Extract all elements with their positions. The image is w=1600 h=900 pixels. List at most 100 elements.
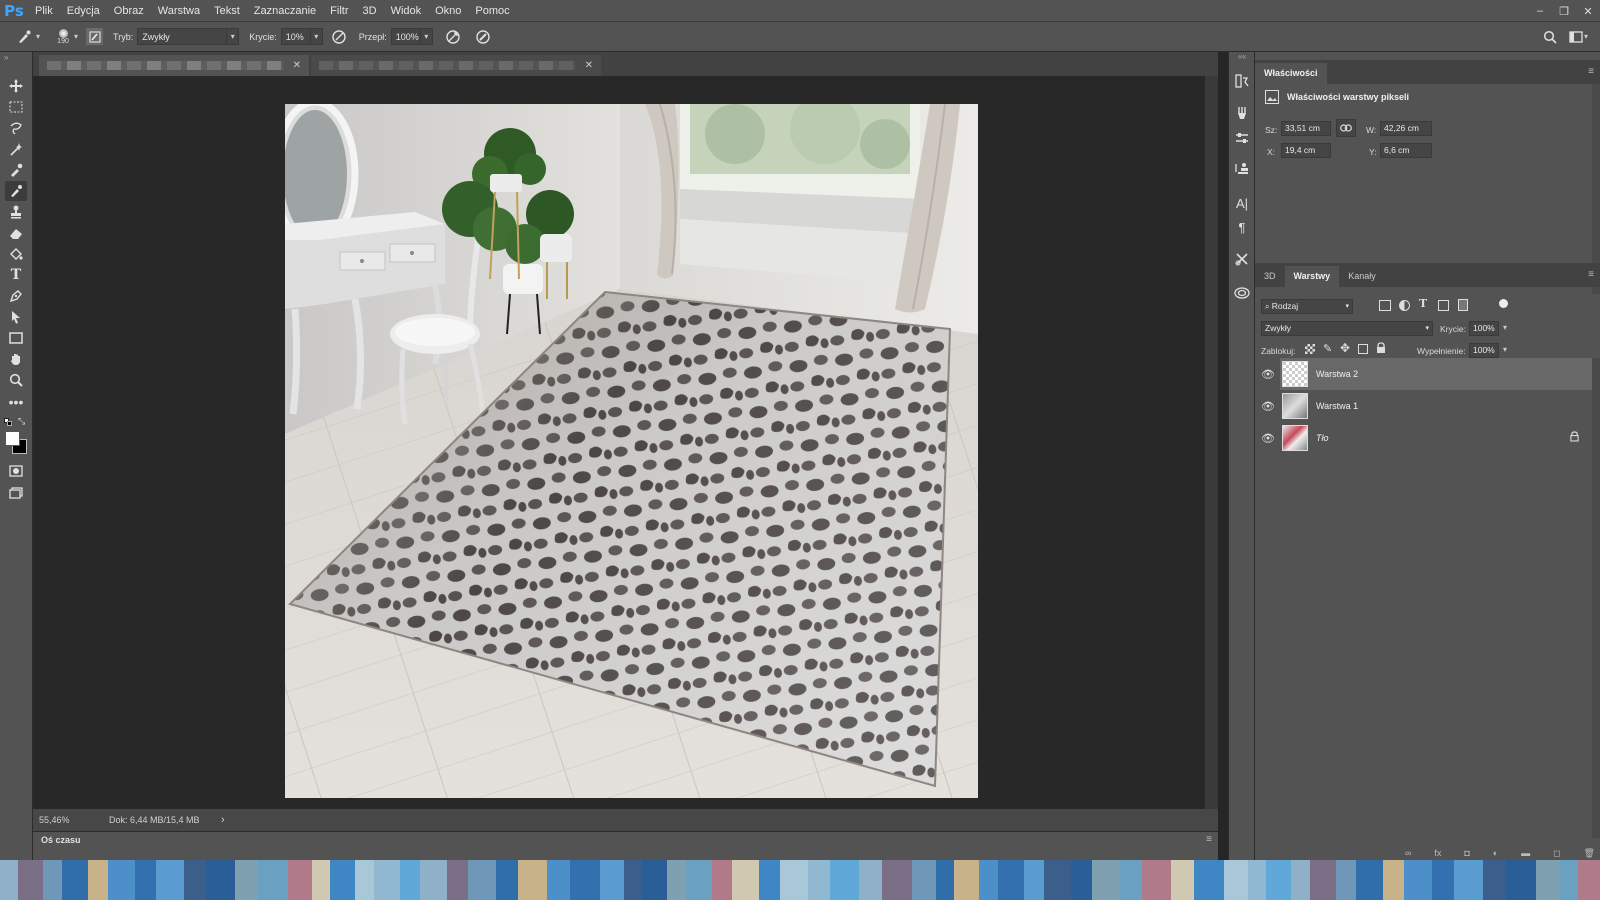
opacity-dropdown-icon[interactable]: ▾ <box>310 28 323 45</box>
x-input[interactable]: 19,4 cm <box>1281 143 1331 158</box>
hand-tool-icon[interactable] <box>5 349 27 369</box>
layer-filter-select[interactable]: ⌕ Rodzaj ▾ <box>1261 299 1353 314</box>
menu-zaznaczanie[interactable]: Zaznaczanie <box>247 0 323 22</box>
clone-source-icon[interactable] <box>1233 160 1251 178</box>
y-input[interactable]: 6,6 cm <box>1380 143 1432 158</box>
pen-tool-icon[interactable] <box>5 286 27 306</box>
link-layers-icon[interactable]: ∞ <box>1405 848 1411 860</box>
workspace-dropdown-icon[interactable]: ▾ <box>1584 32 1588 41</box>
brush-preset-icon[interactable] <box>14 27 34 47</box>
search-icon[interactable] <box>1540 27 1560 47</box>
quick-mask-icon[interactable] <box>5 461 27 481</box>
filter-pixel-icon[interactable] <box>1379 300 1391 311</box>
lock-position-icon[interactable]: ✥ <box>1340 341 1350 355</box>
menu-obraz[interactable]: Obraz <box>107 0 151 22</box>
tab-channels[interactable]: Kanały <box>1339 266 1385 287</box>
menu-plik[interactable]: Plik <box>28 0 60 22</box>
lock-all-icon[interactable] <box>1376 342 1386 357</box>
filter-shape-icon[interactable] <box>1438 300 1449 311</box>
eraser-tool-icon[interactable] <box>5 223 27 243</box>
filter-type-icon[interactable]: T <box>1419 297 1427 310</box>
menu-okno[interactable]: Okno <box>428 0 468 22</box>
swap-colors-icon[interactable]: ⤡ <box>18 416 25 427</box>
menu-filtr[interactable]: Filtr <box>323 0 355 22</box>
fill-input[interactable]: 100% <box>1469 343 1499 358</box>
tool-presets-icon[interactable] <box>1233 250 1251 268</box>
flow-input[interactable]: 100% <box>390 28 421 45</box>
layer-opacity-input[interactable]: 100% <box>1469 321 1499 336</box>
screen-mode-icon[interactable] <box>5 483 27 503</box>
filter-smart-object-icon[interactable] <box>1458 299 1468 311</box>
menu-tekst[interactable]: Tekst <box>207 0 247 22</box>
properties-menu-icon[interactable]: ≡ <box>1588 66 1594 77</box>
mode-dropdown-icon[interactable]: ▾ <box>227 28 240 45</box>
tab-layers[interactable]: Warstwy <box>1284 266 1340 287</box>
pressure-size-icon[interactable] <box>473 27 493 47</box>
brush-panel-icon[interactable] <box>86 28 104 45</box>
filter-adjustment-icon[interactable] <box>1399 300 1410 311</box>
menu-widok[interactable]: Widok <box>384 0 429 22</box>
timeline-menu-icon[interactable]: ≡ <box>1206 834 1212 845</box>
adjustments-icon[interactable] <box>1233 129 1251 147</box>
lock-pixels-icon[interactable]: ✎ <box>1323 342 1332 355</box>
path-select-tool-icon[interactable] <box>5 307 27 327</box>
link-dimensions-icon[interactable] <box>1336 119 1356 137</box>
brush-tool-icon[interactable] <box>5 181 27 201</box>
height-input[interactable]: 42,26 cm <box>1380 121 1432 136</box>
paint-bucket-tool-icon[interactable] <box>5 244 27 264</box>
workspace-icon[interactable] <box>1566 27 1586 47</box>
visibility-eye-icon[interactable]: 👁 <box>1261 432 1275 445</box>
lock-transparent-icon[interactable] <box>1305 344 1315 354</box>
vertical-scrollbar[interactable] <box>1205 76 1218 809</box>
minimize-button[interactable]: – <box>1528 0 1552 22</box>
fill-dropdown-icon[interactable]: ▾ <box>1503 345 1507 354</box>
lock-artboard-icon[interactable] <box>1358 344 1368 354</box>
close-window-button[interactable]: ✕ <box>1576 0 1600 22</box>
paragraph-icon[interactable]: ¶ <box>1233 218 1251 236</box>
magic-wand-tool-icon[interactable] <box>5 139 27 159</box>
marquee-tool-icon[interactable] <box>5 97 27 117</box>
status-menu-arrow-icon[interactable]: › <box>221 814 225 826</box>
restore-button[interactable]: ❐ <box>1552 0 1576 22</box>
add-mask-icon[interactable]: ◘ <box>1464 848 1469 860</box>
document-tab-2[interactable]: ✕ <box>311 55 601 76</box>
new-group-icon[interactable]: ▬ <box>1521 848 1530 860</box>
character-icon[interactable]: A| <box>1233 194 1251 212</box>
brush-size-picker[interactable]: 190 <box>54 28 72 45</box>
zoom-tool-icon[interactable] <box>5 370 27 390</box>
blend-mode-select[interactable]: Zwykły ▾ <box>1261 321 1433 336</box>
airbrush-icon[interactable] <box>443 27 463 47</box>
foreground-color-swatch[interactable] <box>5 431 20 446</box>
stamp-tool-icon[interactable] <box>5 202 27 222</box>
eyedropper-tool-icon[interactable] <box>5 160 27 180</box>
layer-style-icon[interactable]: fx <box>1434 848 1441 860</box>
tab-3d[interactable]: 3D <box>1255 266 1285 287</box>
flow-dropdown-icon[interactable]: ▾ <box>420 28 433 45</box>
lasso-tool-icon[interactable] <box>5 118 27 138</box>
visibility-eye-icon[interactable]: 👁 <box>1261 368 1275 381</box>
menu-pomoc[interactable]: Pomoc <box>468 0 516 22</box>
menu-3d[interactable]: 3D <box>356 0 384 22</box>
document-tab-1[interactable]: ✕ <box>39 55 309 76</box>
layer-row-warstwa-1[interactable]: 👁 Warstwa 1 <box>1261 390 1599 422</box>
more-tools-icon[interactable]: ••• <box>5 392 27 412</box>
width-input[interactable]: 33,51 cm <box>1281 121 1331 136</box>
document-image[interactable] <box>285 104 978 798</box>
menu-edycja[interactable]: Edycja <box>60 0 107 22</box>
adjustment-layer-icon[interactable]: ◐ <box>1493 848 1498 860</box>
collapse-arrows-icon[interactable]: « <box>1242 52 1246 61</box>
layers-scrollbar[interactable] <box>1592 358 1600 838</box>
tab-properties[interactable]: Właściwości <box>1255 63 1327 84</box>
new-layer-icon[interactable]: ◻ <box>1553 848 1560 860</box>
opacity-input[interactable]: 10% <box>280 28 311 45</box>
layer-row-warstwa-2[interactable]: 👁 Warstwa 2 <box>1261 358 1599 390</box>
mode-select[interactable]: Zwykły <box>137 28 228 45</box>
text-tool-icon[interactable]: T <box>5 265 27 285</box>
rectangle-tool-icon[interactable] <box>5 328 27 348</box>
brush-settings-icon[interactable] <box>1233 104 1251 122</box>
layers-menu-icon[interactable]: ≡ <box>1588 269 1594 280</box>
move-tool-icon[interactable] <box>5 76 27 96</box>
visibility-eye-icon[interactable]: 👁 <box>1261 400 1275 413</box>
opacity-dropdown-icon[interactable]: ▾ <box>1503 323 1507 332</box>
timeline-tab[interactable]: Oś czasu <box>33 832 89 848</box>
